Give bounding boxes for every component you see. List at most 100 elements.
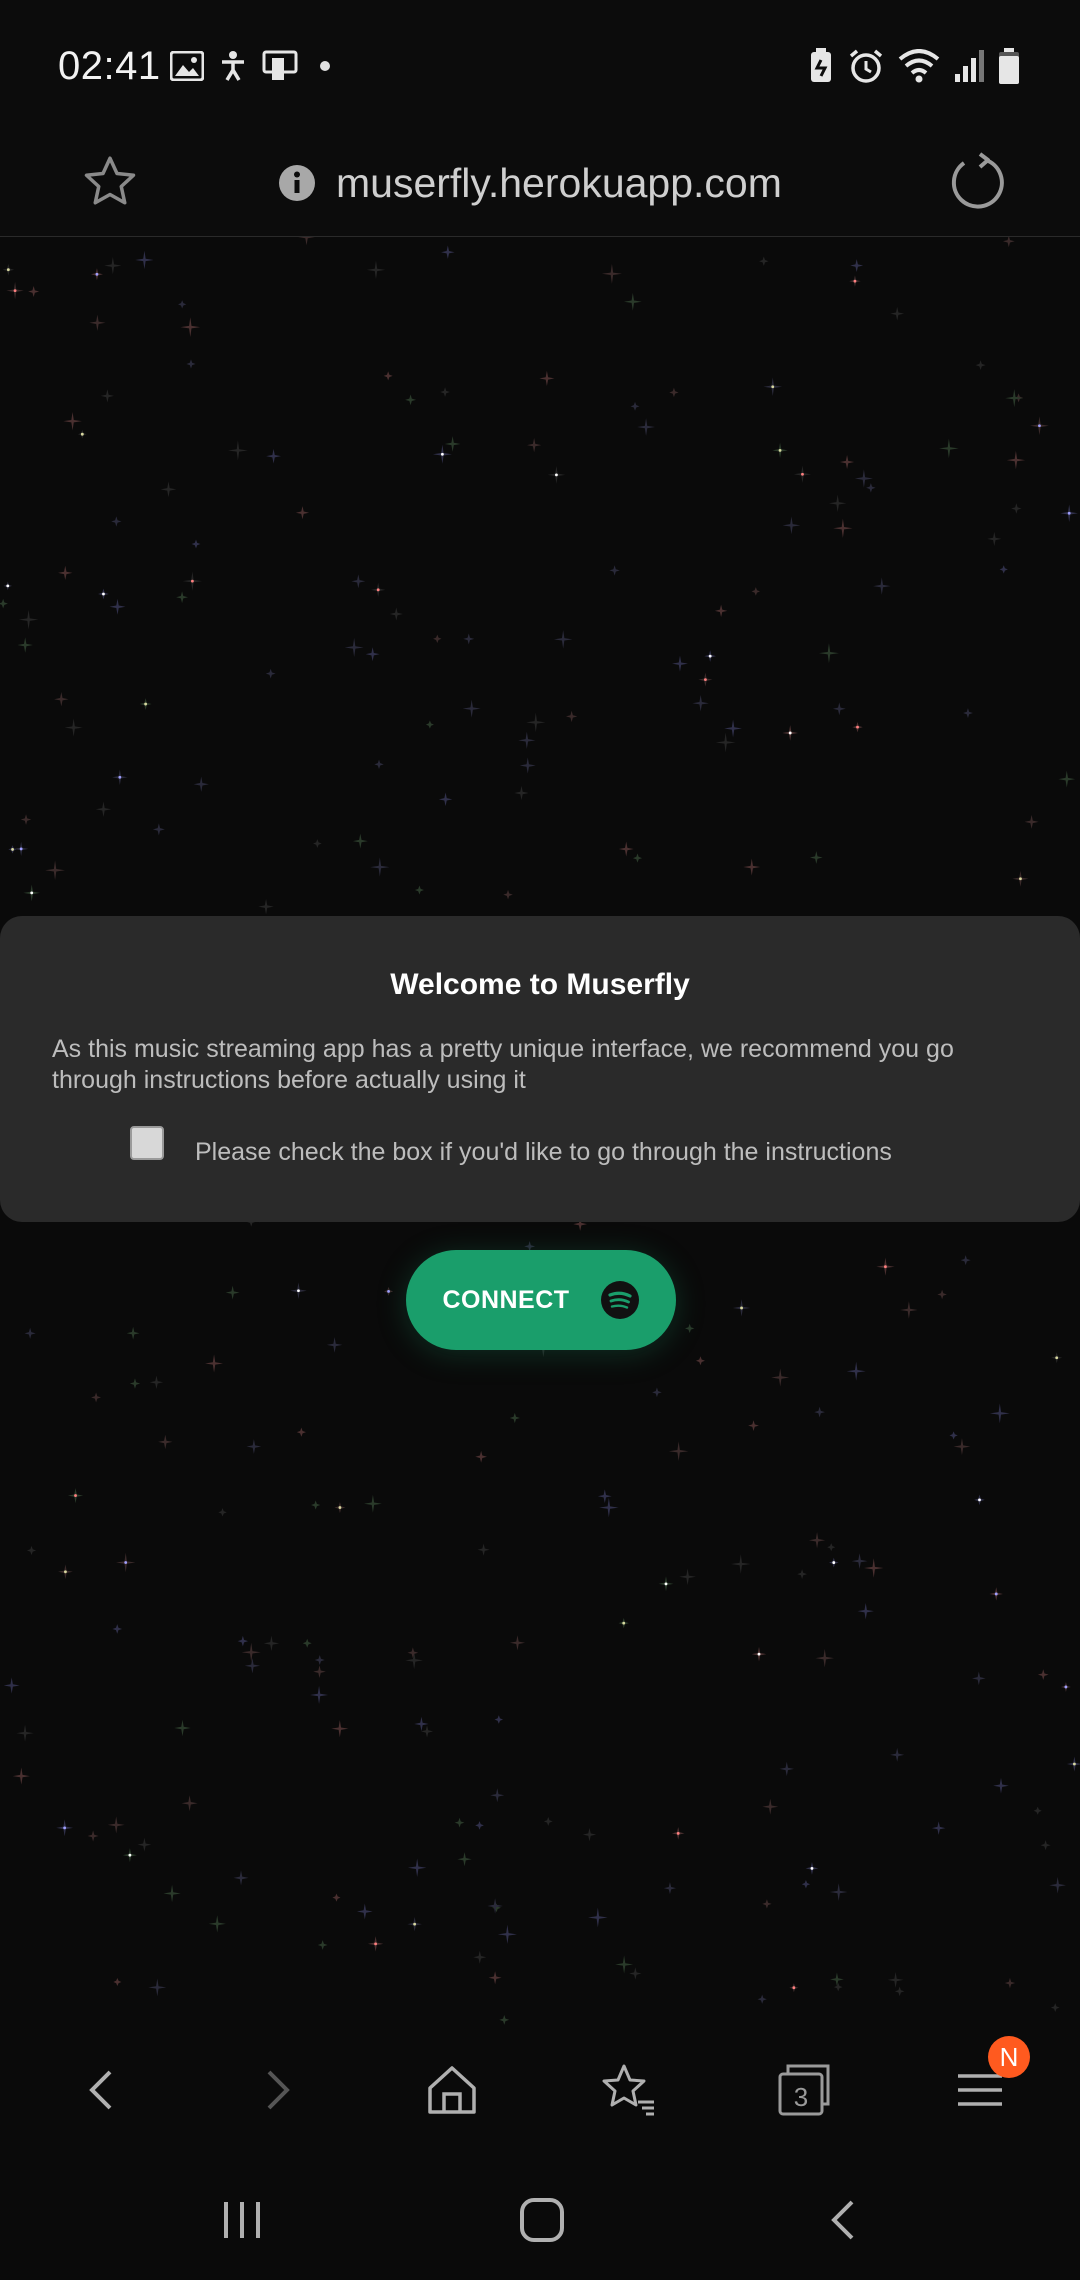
star-decoration: [135, 250, 154, 270]
star-decoration: [263, 1635, 280, 1652]
star-decoration: [1058, 770, 1076, 788]
star-decoration: [208, 1915, 226, 1933]
bookmarks-button[interactable]: [596, 2058, 660, 2122]
star-decoration: [972, 1671, 986, 1686]
home-button[interactable]: [420, 2058, 484, 2122]
star-decoration: [827, 1543, 836, 1552]
back-button[interactable]: [70, 2058, 134, 2122]
star-decoration: [1011, 503, 1022, 514]
star-decoration: [87, 1830, 99, 1842]
star-decoration: [851, 1553, 868, 1569]
star-decoration: [265, 668, 276, 679]
star-decoration: [714, 604, 728, 618]
star-decoration: [241, 1642, 261, 1662]
instructions-checkbox[interactable]: [130, 1126, 164, 1160]
star-decoration: [632, 853, 643, 863]
star-decoration: [454, 1817, 465, 1828]
star-decoration: [499, 2014, 510, 2025]
star-decoration: [225, 1285, 240, 1300]
star-decoration: [149, 1375, 164, 1390]
star-decoration: [356, 1903, 373, 1920]
battery-saver-icon: [811, 48, 831, 82]
star-decoration: [148, 1978, 167, 1997]
forward-button[interactable]: [245, 2058, 309, 2122]
star-decoration: [519, 757, 536, 774]
star-decoration: [365, 647, 380, 662]
star-point: [810, 1866, 814, 1870]
star-decoration: [960, 1255, 971, 1266]
star-decoration: [405, 394, 417, 406]
star-point: [622, 1621, 626, 1625]
star-decoration: [176, 591, 188, 604]
welcome-dialog: Welcome to Muserfly As this music stream…: [0, 916, 1080, 1222]
star-point: [664, 1582, 668, 1586]
star-decoration: [163, 1884, 181, 1903]
star-decoration: [64, 718, 83, 737]
star-decoration: [351, 574, 366, 589]
star-decoration: [668, 1441, 689, 1461]
star-point: [6, 268, 10, 272]
status-system-icons: [808, 48, 1020, 84]
star-decoration: [332, 1893, 341, 1902]
star-decoration: [652, 1387, 662, 1398]
star-point: [80, 432, 84, 436]
star-decoration: [993, 1777, 1009, 1794]
star-point: [884, 1265, 887, 1269]
star-decoration: [109, 598, 126, 615]
star-decoration: [107, 1816, 125, 1834]
address-bar: muserfly.herokuapp.com: [0, 130, 1080, 237]
url-text: muserfly.herokuapp.com: [336, 159, 782, 206]
star-point: [144, 702, 148, 706]
star-decoration: [743, 858, 761, 876]
star-decoration: [771, 1368, 790, 1387]
star-decoration: [873, 577, 891, 595]
alarm-icon: [849, 49, 883, 83]
star-decoration: [24, 1327, 36, 1339]
star-decoration: [894, 1986, 905, 1997]
star-decoration: [313, 839, 322, 848]
star-decoration: [1005, 389, 1024, 408]
star-decoration: [58, 565, 73, 581]
star-point: [95, 272, 99, 276]
star-decoration: [440, 387, 450, 397]
star-point: [124, 1561, 128, 1564]
url-field[interactable]: muserfly.herokuapp.com: [278, 148, 782, 218]
recent-apps-button[interactable]: [212, 2190, 272, 2250]
star-point: [792, 1986, 796, 1990]
star-decoration: [457, 1852, 472, 1867]
tabs-button[interactable]: 3: [772, 2058, 836, 2122]
star-point: [11, 848, 14, 851]
instructions-checkbox-label[interactable]: Please check the box if you'd like to go…: [195, 1138, 892, 1167]
reload-button[interactable]: [946, 150, 1010, 214]
star-decoration: [389, 607, 403, 621]
system-back-button[interactable]: [814, 2190, 874, 2250]
star-decoration: [937, 1289, 947, 1300]
star-decoration: [45, 860, 65, 881]
star-decoration: [514, 785, 529, 801]
star-decoration: [1040, 1840, 1051, 1851]
star-decoration: [715, 732, 736, 753]
star-decoration: [618, 841, 634, 857]
star-decoration: [112, 1624, 123, 1634]
star-decoration: [444, 436, 461, 452]
star-decoration: [54, 692, 69, 707]
star-point: [788, 731, 792, 735]
star-decoration: [543, 1817, 553, 1826]
star-decoration: [759, 256, 769, 266]
bookmark-star-button[interactable]: [80, 152, 140, 212]
star-decoration: [565, 710, 578, 723]
system-home-button[interactable]: [512, 2190, 572, 2250]
star-decoration: [832, 702, 846, 716]
star-icon: [84, 156, 136, 205]
menu-button[interactable]: N: [948, 2036, 1030, 2122]
connect-button[interactable]: CONNECT: [406, 1250, 676, 1350]
accessibility-icon: [222, 51, 244, 81]
star-decoration: [828, 494, 847, 513]
star-decoration: [258, 898, 274, 915]
star-point: [704, 678, 707, 682]
star-decoration: [233, 1870, 249, 1886]
star-decoration: [26, 1545, 37, 1556]
star-decoration: [494, 1715, 504, 1724]
star-decoration: [840, 454, 855, 470]
star-decoration: [227, 440, 248, 461]
